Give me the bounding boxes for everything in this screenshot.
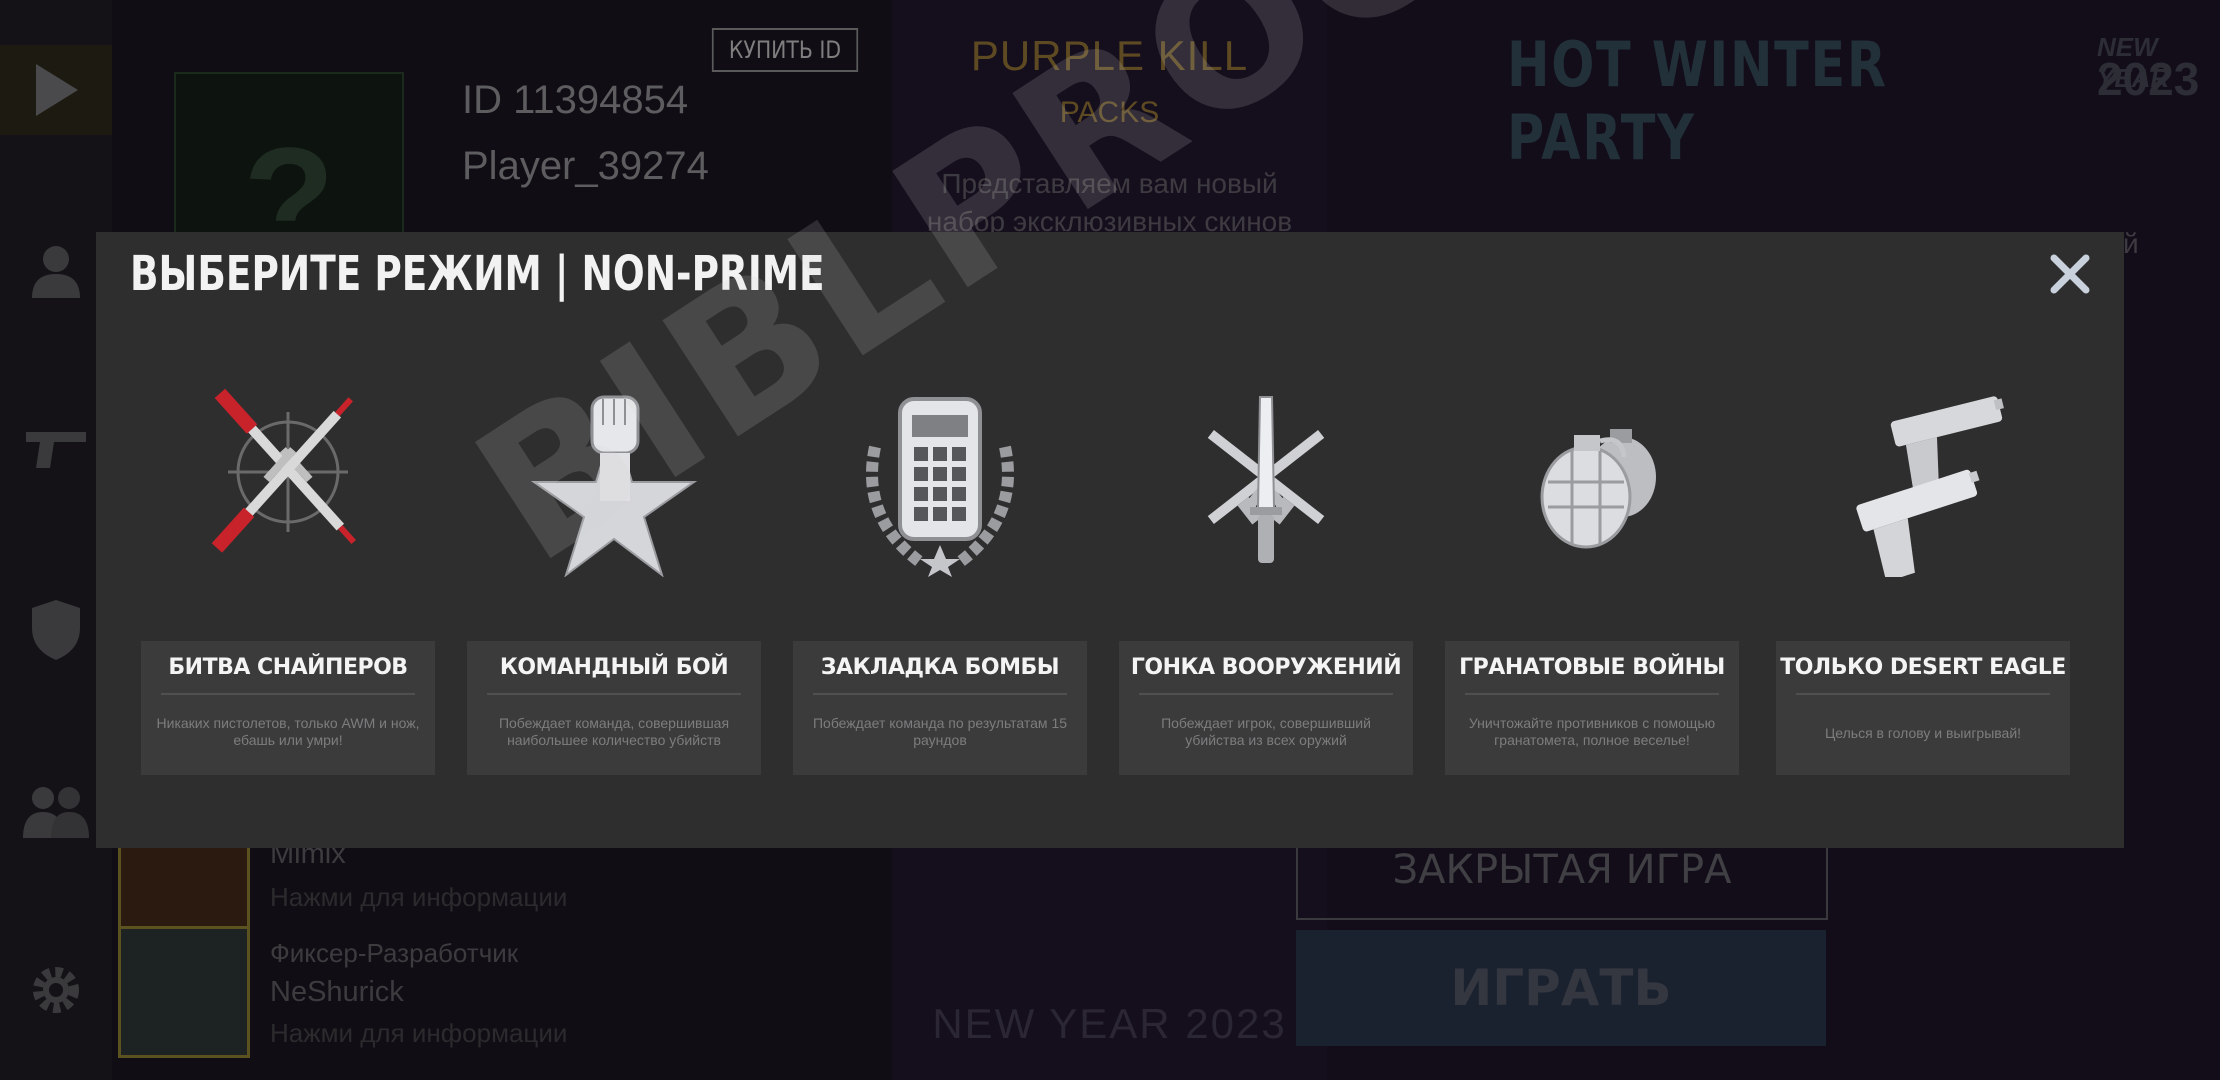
play-icon[interactable]: [0, 45, 112, 135]
divider: [487, 693, 741, 695]
divider: [813, 693, 1067, 695]
mode-title: ТОЛЬКО DESERT EAGLE: [1780, 655, 2066, 680]
mode-description: Уничтожайте противников с помощью гранат…: [1468, 715, 1716, 748]
mode-card[interactable]: ТОЛЬКО DESERT EAGLE Целься в голову и вы…: [1776, 641, 2070, 775]
play-button[interactable]: ИГРАТЬ: [1296, 930, 1826, 1046]
mode-description: Побеждает команда, совершившая наибольше…: [498, 715, 730, 748]
mode-description: Целься в голову и выигрывай!: [1824, 725, 2022, 741]
mode-description: Никаких пистолетов, только AWM и нож, еб…: [156, 715, 420, 748]
divider: [1796, 693, 2050, 695]
mode-title: ГОНКА ВООРУЖЕНИЙ: [1130, 655, 1402, 680]
friend-role: Фиксер-Разработчик: [270, 938, 519, 968]
event-title: HOT WINTER PARTY: [1507, 28, 1888, 174]
mode-arms-race[interactable]: ГОНКА ВООРУЖЕНИЙ Побеждает игрок, соверш…: [1119, 232, 1413, 848]
mode-card[interactable]: БИТВА СНАЙПЕРОВ Никаких пистолетов, толь…: [141, 641, 435, 775]
mode-grenade-wars[interactable]: ГРАНАТОВЫЕ ВОЙНЫ Уничтожайте противников…: [1445, 232, 1739, 848]
desert-eagle-pistols-icon: [1813, 377, 2033, 582]
mode-title: КОМАНДНЫЙ БОЙ: [499, 655, 729, 680]
mode-description: Побеждает игрок, совершивший убийства из…: [1161, 715, 1371, 748]
gear-icon[interactable]: [0, 945, 112, 1035]
player-name: Player_39274: [462, 144, 709, 188]
mode-title: ЗАКЛАДКА БОМБЫ: [820, 655, 1060, 680]
grenades-icon: [1482, 377, 1702, 577]
player-id: ID 11394854: [462, 78, 689, 122]
mode-card[interactable]: КОМАНДНЫЙ БОЙ Побеждает команда, соверши…: [467, 641, 761, 775]
friend-hint: Нажми для информации: [270, 882, 568, 912]
knife-rifles-icon: [1156, 377, 1376, 577]
friend-name: NeShurick: [270, 976, 404, 1008]
mode-desert-eagle-only[interactable]: ТОЛЬКО DESERT EAGLE Целься в голову и вы…: [1776, 232, 2070, 848]
mode-card[interactable]: ГОНКА ВООРУЖЕНИЙ Побеждает игрок, соверш…: [1119, 641, 1413, 775]
mode-sniper-battle[interactable]: БИТВА СНАЙПЕРОВ Никаких пистолетов, толь…: [141, 232, 435, 848]
news-banner-text: NEW YEAR 2023: [932, 1000, 1287, 1047]
mode-card[interactable]: ГРАНАТОВЫЕ ВОЙНЫ Уничтожайте противников…: [1445, 641, 1739, 775]
mode-title: ГРАНАТОВЫЕ ВОЙНЫ: [1459, 655, 1725, 680]
mode-select-modal: ВЫБЕРИТЕ РЕЖИМ | NON-PRIME БИТВА СНАЙПЕР…: [96, 232, 2124, 848]
event-side-text: й: [2123, 228, 2139, 259]
buy-id-button[interactable]: КУПИТЬ ID: [711, 28, 859, 72]
friend-avatar[interactable]: [118, 926, 250, 1058]
divider: [1465, 693, 1719, 695]
mode-description: Побеждает команда по результатам 15 раун…: [812, 715, 1068, 748]
divider: [161, 693, 415, 695]
crossed-sniper-rifles-icon: [178, 377, 398, 577]
mode-card[interactable]: ЗАКЛАДКА БОМБЫ Побеждает команда по резу…: [793, 641, 1087, 775]
divider: [1139, 693, 1393, 695]
mode-title: БИТВА СНАЙПЕРОВ: [168, 655, 408, 680]
event-badge-line2: 2023: [2097, 53, 2200, 105]
friend-hint: Нажми для информации: [270, 1018, 568, 1048]
